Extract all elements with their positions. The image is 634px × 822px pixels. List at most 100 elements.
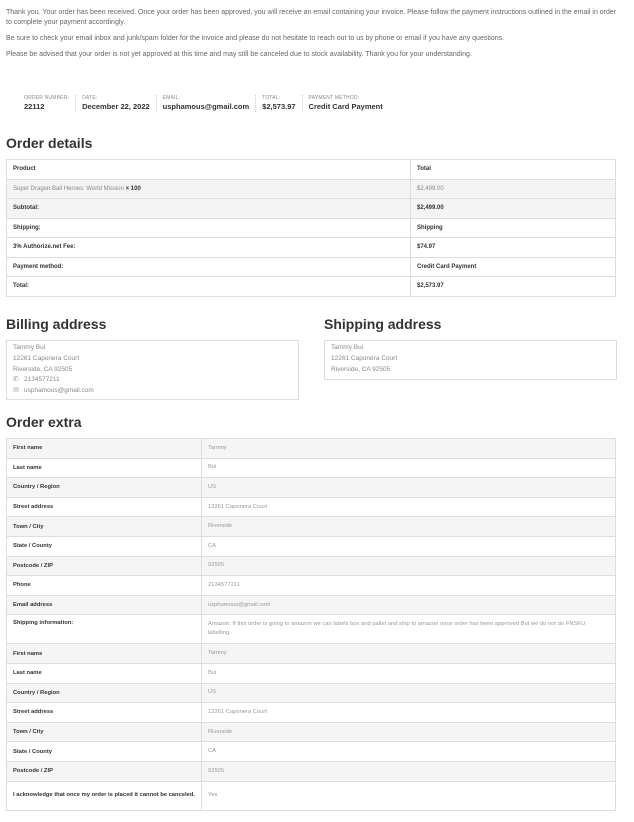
billing-email: usphamous@gmail.com: [24, 387, 94, 395]
field-value: Yes: [201, 780, 616, 811]
summary-value: $2,499.00: [410, 198, 616, 219]
table-row: Town / City Riverside: [6, 721, 616, 743]
overview-label: TOTAL:: [262, 95, 281, 101]
field-label: Country / Region: [6, 682, 202, 704]
table-row: Last name Bui: [6, 457, 616, 479]
table-row: Shipping information: Amazon: If this ord…: [6, 614, 616, 645]
field-value: US: [201, 682, 616, 704]
field-label: State / County: [6, 741, 202, 762]
billing-street: 12261 Caponera Court: [13, 354, 80, 362]
product-quantity: × 100: [125, 185, 141, 192]
table-row: Payment method: Credit Card Payment: [6, 256, 616, 277]
overview-total: TOTAL: $2,573.97: [256, 95, 303, 112]
field-label: Postcode / ZIP: [6, 555, 202, 577]
field-value: 92505: [201, 555, 616, 577]
table-row: Total: $2,573.97: [6, 276, 616, 297]
summary-value: $74.97: [410, 237, 616, 258]
field-value: usphamous@gmail.com: [201, 594, 616, 616]
table-row: Street address 12261 Caponera Court: [6, 496, 616, 518]
table-row: Shipping: Shipping: [6, 217, 616, 238]
table-row: State / County CA: [6, 535, 616, 557]
overview-value: Credit Card Payment: [308, 102, 383, 111]
table-header-row: Product Total: [6, 159, 616, 180]
field-label: Shipping information:: [6, 614, 202, 645]
field-value: Riverside: [201, 516, 616, 537]
table-row: Phone 2134577211: [6, 575, 616, 596]
table-row: Postcode / ZIP 92505: [6, 760, 616, 782]
order-details-table: Product Total Super Dragon Ball Heroes: …: [6, 159, 616, 297]
order-extra-table: First name Tammy Last name Bui Country / R…: [6, 438, 616, 811]
field-value: 12261 Caponera Court: [201, 702, 616, 723]
summary-value: $2,573.97: [410, 276, 616, 297]
billing-phone-line: ✆ 2134577211: [13, 375, 292, 386]
field-value: Amazon: If this order is going to amazon…: [201, 614, 616, 645]
field-label: Country / Region: [6, 477, 202, 498]
order-extra-heading: Order extra: [6, 414, 82, 430]
table-row: Country / Region US: [6, 682, 616, 704]
field-label: Town / City: [6, 516, 202, 537]
overview-payment-method: PAYMENT METHOD: Credit Card Payment: [303, 95, 389, 112]
intro-paragraph-3: Please be advised that your order is not…: [6, 51, 472, 58]
table-row: Postcode / ZIP 92505: [6, 555, 616, 577]
table-row: State / County CA: [6, 741, 616, 762]
intro-paragraph-2: Be sure to check your email inbox and ju…: [6, 35, 505, 42]
billing-name: Tammy Bui: [13, 344, 46, 351]
order-overview: ORDER NUMBER: 22112 DATE: December 22, 2…: [18, 95, 389, 112]
shipping-street: 12261 Caponera Court: [331, 354, 398, 362]
order-item-row: Super Dragon Ball Heroes: World Mission …: [6, 178, 616, 199]
billing-address-block: Tammy Bui 12261 Caponera Court Riverside…: [6, 340, 299, 400]
field-label: Street address: [6, 496, 202, 518]
product-link[interactable]: Super Dragon Ball Heroes: World Mission: [13, 186, 124, 192]
table-row: First name Tammy: [6, 643, 616, 664]
product-column-header: Product: [6, 159, 411, 180]
order-item-total: $2,499.00: [410, 178, 616, 199]
field-value: US: [201, 477, 616, 498]
field-label: Last name: [6, 662, 202, 684]
total-column-header: Total: [410, 159, 616, 180]
billing-email-line: ✉ usphamous@gmail.com: [13, 386, 292, 397]
table-row: Last name Bui: [6, 662, 616, 684]
table-row: I acknowledge that once my order is plac…: [6, 780, 616, 811]
field-value: CA: [201, 741, 616, 762]
overview-value: $2,573.97: [262, 102, 296, 111]
table-row: Street address 12261 Caponera Court: [6, 702, 616, 723]
phone-icon: ✆: [13, 376, 19, 384]
billing-address-heading: Billing address: [6, 316, 107, 332]
overview-value: usphamous@gmail.com: [162, 102, 250, 111]
field-label: Street address: [6, 702, 202, 723]
overview-email: EMAIL: usphamous@gmail.com: [157, 95, 257, 112]
billing-phone: 2134577211: [24, 376, 60, 384]
field-value: 92505: [201, 760, 616, 782]
summary-value: Credit Card Payment: [410, 256, 616, 277]
order-details-heading: Order details: [6, 135, 93, 151]
field-value: Bui: [201, 662, 616, 684]
overview-label: EMAIL:: [162, 95, 181, 101]
overview-value: 22112: [24, 102, 45, 111]
field-label: First name: [6, 643, 202, 664]
field-value: CA: [201, 535, 616, 557]
field-value: 12261 Caponera Court: [201, 496, 616, 518]
field-label: Phone: [6, 575, 202, 596]
field-label: First name: [6, 438, 202, 459]
table-row: Subtotal: $2,499.00: [6, 198, 616, 219]
overview-label: PAYMENT METHOD:: [308, 95, 360, 101]
field-label: I acknowledge that once my order is plac…: [6, 780, 202, 811]
intro-paragraph-1: Thank you. Your order has been received.…: [6, 9, 617, 26]
billing-city: Riverside, CA 92505: [13, 365, 73, 373]
overview-label: DATE:: [82, 95, 98, 101]
shipping-name: Tammy Bui: [331, 344, 364, 351]
table-row: First name Tammy: [6, 438, 616, 459]
summary-label: Shipping:: [6, 217, 411, 238]
field-label: Last name: [6, 457, 202, 479]
overview-order-number: ORDER NUMBER: 22112: [18, 95, 77, 112]
summary-label: Subtotal:: [6, 198, 411, 219]
summary-label: 3% Authorize.net Fee:: [6, 237, 411, 258]
order-item-product: Super Dragon Ball Heroes: World Mission …: [6, 178, 411, 199]
field-label: Email address: [6, 594, 202, 616]
table-row: Email address usphamous@gmail.com: [6, 594, 616, 616]
field-value: Tammy: [201, 438, 616, 459]
summary-label: Total:: [6, 276, 411, 297]
shipping-address-heading: Shipping address: [324, 316, 442, 332]
overview-label: ORDER NUMBER:: [24, 95, 70, 101]
overview-date: DATE: December 22, 2022: [76, 95, 157, 112]
